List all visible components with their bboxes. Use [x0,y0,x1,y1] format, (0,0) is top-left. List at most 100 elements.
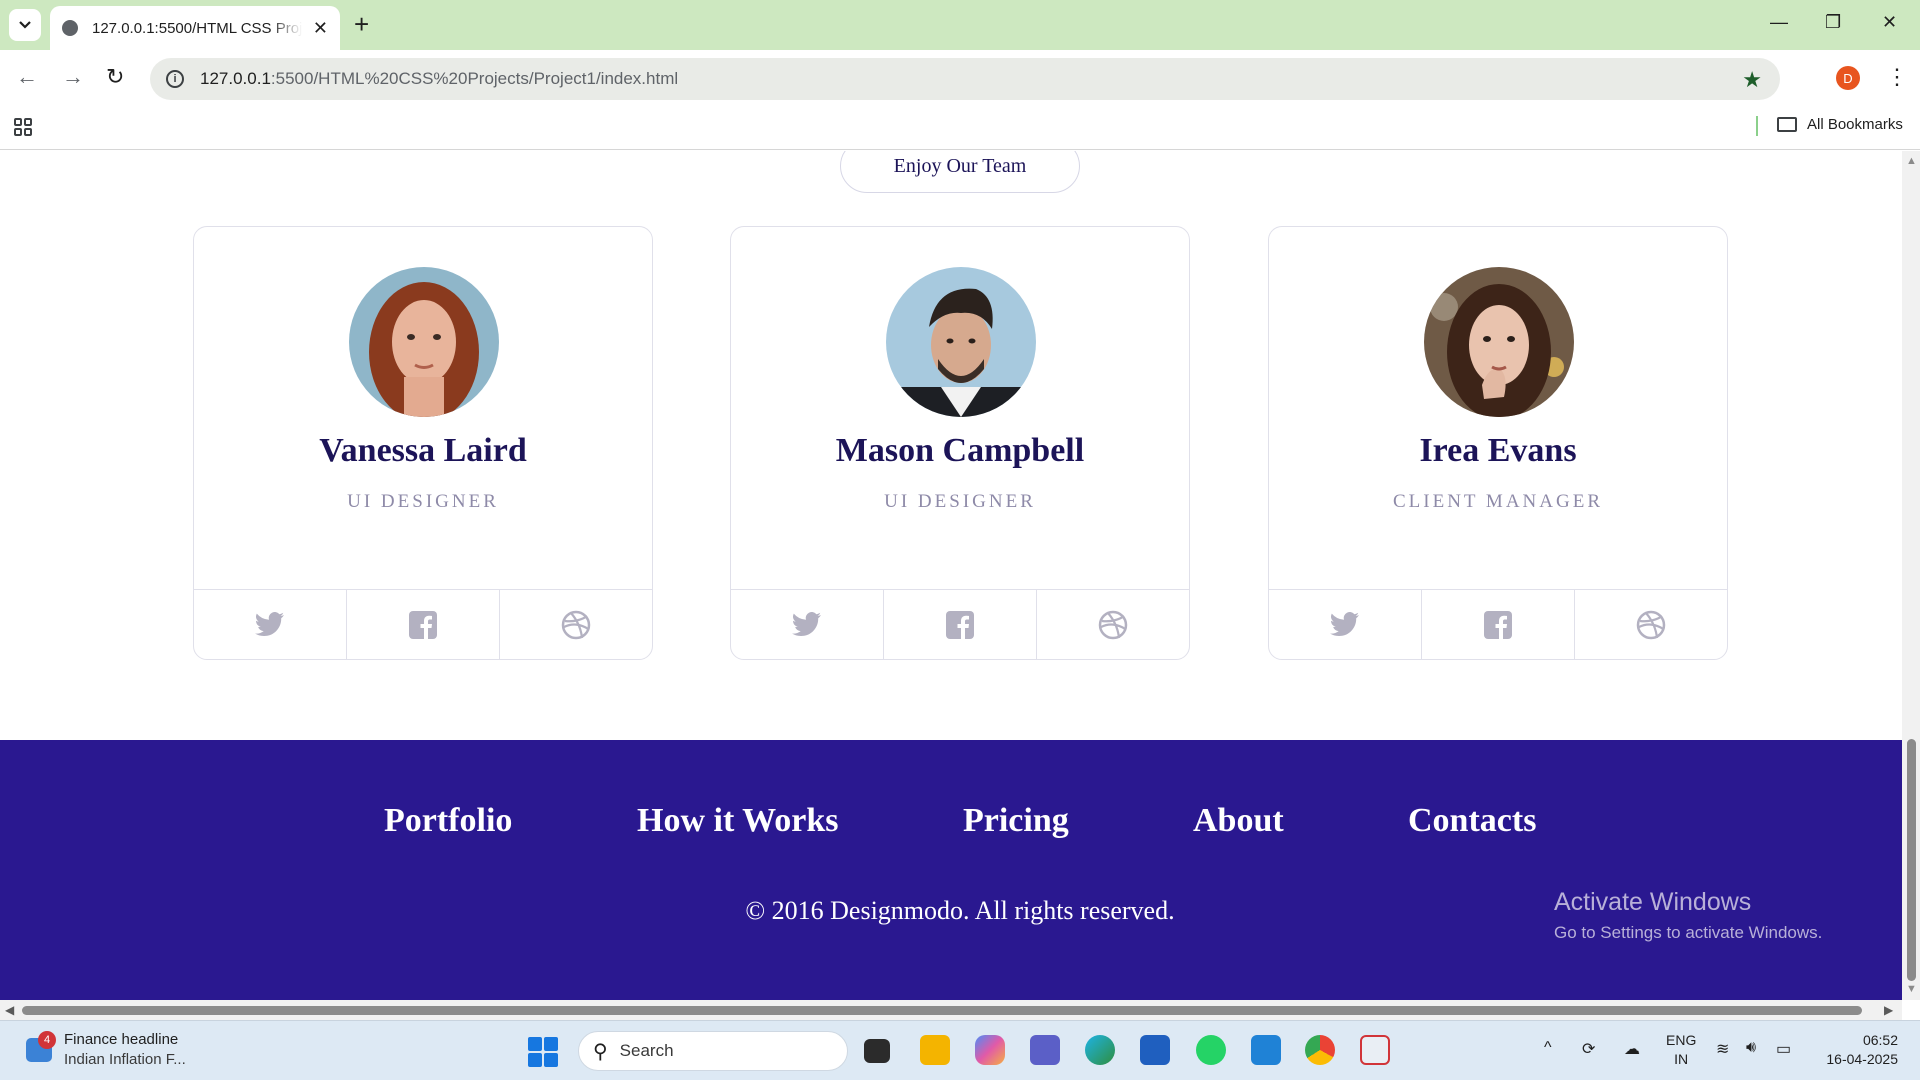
restore-icon[interactable]: ❐ [1825,12,1841,33]
page-viewport: Enjoy Our Team Vanessa Laird UI DESIGNER [0,151,1902,1000]
new-tab-button[interactable]: + [354,10,369,38]
search-icon: ⚲ [593,1040,608,1063]
onedrive-icon[interactable]: ☁ [1624,1039,1640,1059]
lang-region: IN [1674,1051,1689,1067]
snipping-tool-icon[interactable] [1360,1035,1390,1065]
clock[interactable]: 06:52 16-04-2025 [1818,1031,1898,1069]
horizontal-scroll-thumb[interactable] [22,1006,1862,1015]
dribbble-link[interactable] [500,590,652,660]
reload-icon[interactable]: ↻ [106,64,124,90]
volume-icon[interactable]: 🔊︎ [1746,1039,1756,1057]
bookmarks-divider [1756,116,1758,136]
address-bar[interactable]: i 127.0.0.1:5500/HTML%20CSS%20Projects/P… [150,58,1780,100]
dribbble-icon [1636,610,1666,640]
kebab-menu-icon[interactable]: ⋮ [1886,64,1908,90]
twitter-icon [1330,612,1359,637]
notification-badge: 4 [38,1031,56,1049]
footer-link-pricing[interactable]: Pricing [963,802,1069,840]
browser-toolbar: ← → ↻ i 127.0.0.1:5500/HTML%20CSS%20Proj… [0,50,1920,108]
site-footer: Portfolio How it Works Pricing About Con… [0,740,1902,1000]
dribbble-link[interactable] [1575,590,1727,660]
footer-link-how-it-works[interactable]: How it Works [637,802,839,840]
battery-icon[interactable]: ▭ [1776,1039,1791,1059]
url-text[interactable]: 127.0.0.1:5500/HTML%20CSS%20Projects/Pro… [200,69,678,89]
scroll-down-icon[interactable]: ▼ [1906,983,1917,995]
member-name: Mason Campbell [835,432,1085,469]
copilot-icon[interactable] [975,1035,1005,1065]
team-card: Mason Campbell UI DESIGNER [730,226,1190,660]
footer-link-about[interactable]: About [1193,802,1284,840]
activate-windows-watermark: Activate Windows Go to Settings to activ… [1554,888,1822,943]
twitter-link[interactable] [194,590,347,660]
time: 06:52 [1862,1032,1898,1048]
all-bookmarks-link[interactable]: All Bookmarks [1807,116,1903,133]
chevron-down-icon [19,21,31,29]
footer-link-portfolio[interactable]: Portfolio [384,802,512,840]
facebook-link[interactable] [347,590,500,660]
member-name: Irea Evans [1419,432,1577,469]
member-name: Vanessa Laird [319,432,527,469]
dribbble-link[interactable] [1037,590,1189,660]
back-icon[interactable]: ← [16,64,38,90]
vertical-scrollbar[interactable]: ▲ ▼ [1902,151,1920,1000]
site-info-icon[interactable]: i [166,70,184,88]
scroll-left-icon[interactable]: ◀ [5,1003,14,1017]
browser-tab[interactable]: 127.0.0.1:5500/HTML CSS Projects/Project… [50,6,340,50]
profile-avatar[interactable]: D [1836,66,1860,90]
forward-icon[interactable]: → [62,64,84,90]
footer-link-contacts[interactable]: Contacts [1408,802,1536,840]
windows-taskbar: 4 Finance headline Indian Inflation F...… [0,1020,1920,1080]
teams-icon[interactable] [1030,1035,1060,1065]
horizontal-scrollbar[interactable]: ◀ ▶ [0,1000,1902,1020]
avatar [349,267,499,417]
avatar [1424,267,1574,417]
close-tab-icon[interactable]: ✕ [313,18,328,39]
news-subtitle[interactable]: Indian Inflation F... [64,1051,186,1068]
edge-icon[interactable] [1085,1035,1115,1065]
facebook-link[interactable] [1422,590,1575,660]
dribbble-icon [1098,610,1128,640]
chrome-icon[interactable] [1305,1035,1335,1065]
wifi-icon[interactable]: ≋ [1716,1039,1729,1059]
team-card: Vanessa Laird UI DESIGNER [193,226,653,660]
lang-code: ENG [1666,1032,1697,1048]
bookmark-star-icon[interactable]: ★ [1742,67,1762,93]
sync-icon[interactable]: ⟳ [1582,1039,1595,1059]
start-windows-icon[interactable] [528,1037,558,1067]
close-window-icon[interactable]: ✕ [1882,12,1897,33]
facebook-link[interactable] [884,590,1037,660]
social-links [731,589,1189,660]
whatsapp-icon[interactable] [1196,1035,1226,1065]
file-explorer-icon[interactable] [920,1035,950,1065]
minimize-icon[interactable]: — [1770,12,1788,33]
search-label: Search [619,1041,674,1060]
member-role: UI DESIGNER [347,491,499,512]
folder-icon [1777,117,1797,132]
news-headline[interactable]: Finance headline [64,1031,178,1048]
taskbar-search[interactable]: ⚲ Search [578,1031,848,1071]
twitter-icon [255,612,284,637]
store-icon[interactable] [1140,1035,1170,1065]
tray-expand-icon[interactable]: ^ [1544,1039,1552,1057]
task-view-icon[interactable] [864,1039,890,1063]
language-indicator[interactable]: ENG IN [1666,1031,1696,1069]
twitter-icon [792,612,821,637]
vscode-icon[interactable] [1251,1035,1281,1065]
facebook-icon [1484,611,1512,639]
date: 16-04-2025 [1826,1051,1898,1067]
member-role: CLIENT MANAGER [1392,491,1603,512]
watermark-title: Activate Windows [1554,888,1752,916]
vertical-scroll-thumb[interactable] [1907,739,1916,981]
twitter-link[interactable] [731,590,884,660]
scroll-right-icon[interactable]: ▶ [1884,1003,1893,1017]
avatar [886,267,1036,417]
twitter-link[interactable] [1269,590,1422,660]
team-card: Irea Evans CLIENT MANAGER [1268,226,1728,660]
globe-icon [62,20,78,36]
scroll-up-icon[interactable]: ▲ [1906,155,1917,167]
facebook-icon [409,611,437,639]
tab-search-button[interactable] [9,9,41,41]
tab-title: 127.0.0.1:5500/HTML CSS Projects/Project… [92,19,302,37]
apps-grid-icon[interactable] [14,118,32,136]
social-links [1269,589,1727,660]
